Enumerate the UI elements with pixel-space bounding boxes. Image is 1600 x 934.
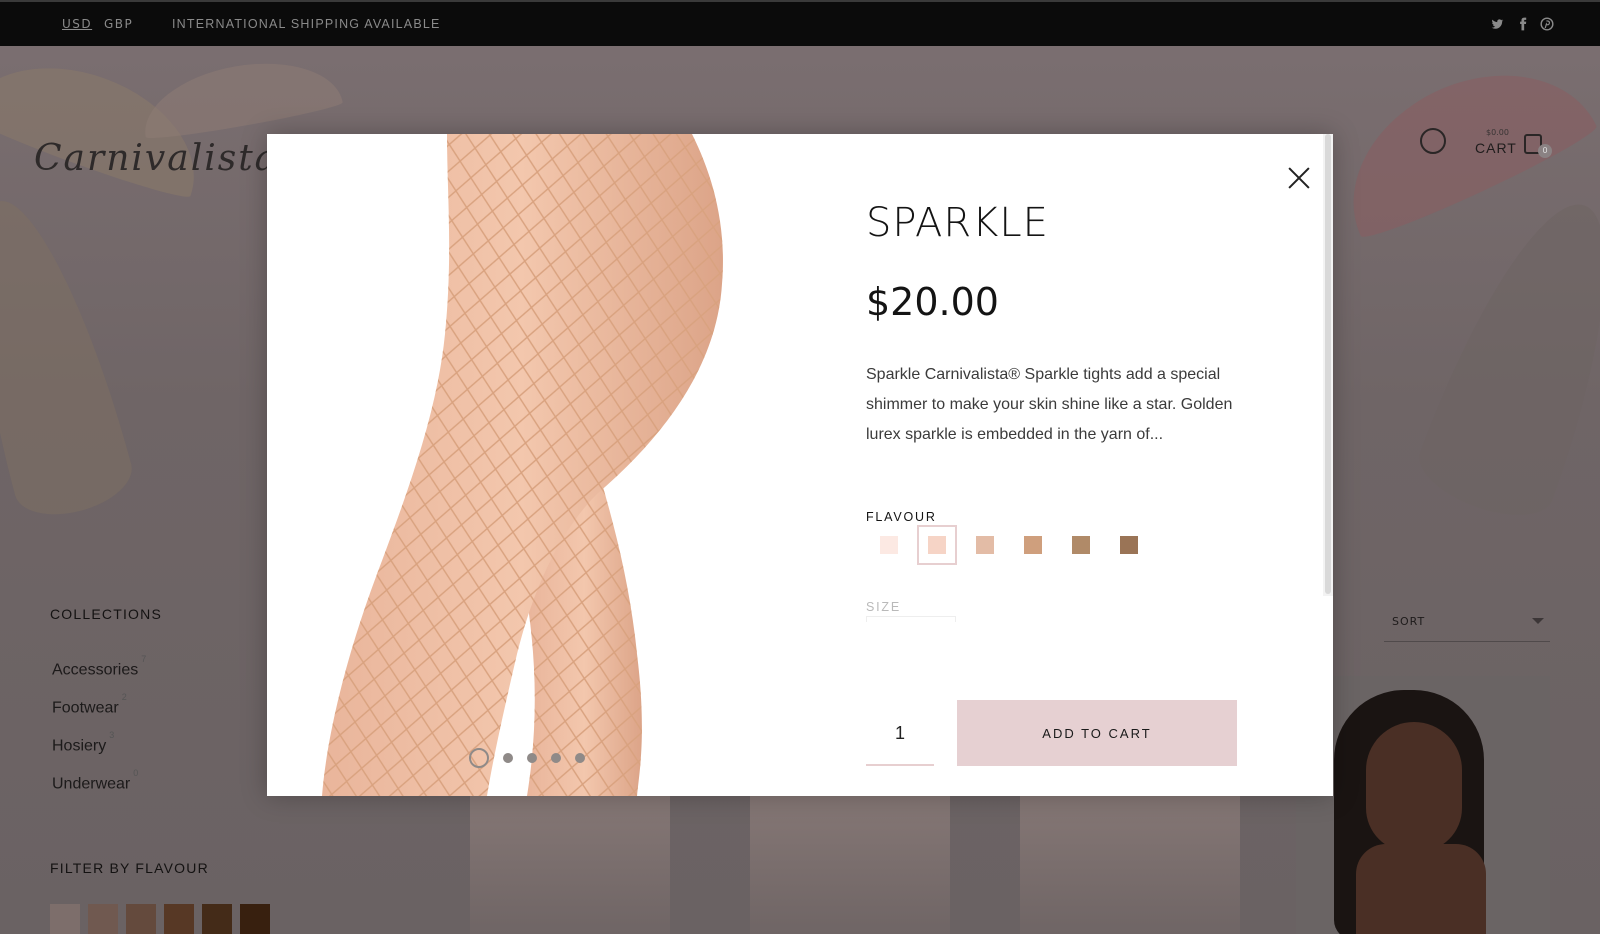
product-card[interactable] (470, 796, 670, 934)
product-card[interactable] (750, 796, 950, 934)
product-card-portrait[interactable] (1296, 676, 1550, 934)
feather-decoration (1409, 181, 1600, 531)
filter-flavour-swatch[interactable] (202, 904, 232, 934)
product-card[interactable] (1020, 796, 1240, 934)
product-title: SPARKLE (866, 200, 1049, 246)
flavour-swatch[interactable] (1109, 525, 1149, 565)
collection-link-footwear[interactable]: Footwear2 (52, 692, 127, 717)
collection-link-accessories[interactable]: Accessories7 (52, 654, 146, 679)
gallery-dot[interactable] (527, 753, 537, 763)
filter-flavour-swatch[interactable] (88, 904, 118, 934)
filter-flavour-swatch[interactable] (50, 904, 80, 934)
flavour-swatch[interactable] (1013, 525, 1053, 565)
collection-link-hosiery[interactable]: Hosiery3 (52, 730, 114, 755)
gallery-dot[interactable] (503, 753, 513, 763)
flavour-swatch[interactable] (965, 525, 1005, 565)
site-logo[interactable]: Carnivalista (34, 138, 278, 179)
add-to-cart-button[interactable]: ADD TO CART (957, 700, 1237, 766)
gallery-dot[interactable] (469, 748, 489, 768)
gallery-dot[interactable] (551, 753, 561, 763)
product-price: $20.00 (866, 280, 999, 324)
flavour-swatch[interactable] (869, 525, 909, 565)
cart-label[interactable]: CART (1475, 140, 1517, 156)
quick-view-modal: SPARKLE $20.00 Sparkle Carnivalista® Spa… (267, 134, 1333, 796)
pinterest-icon[interactable] (1540, 17, 1554, 31)
modal-scrollbar-thumb[interactable] (1325, 134, 1331, 594)
collection-link-underwear[interactable]: Underwear0 (52, 768, 138, 793)
currency-usd[interactable]: USD (62, 17, 92, 31)
sort-dropdown[interactable]: SORT (1384, 612, 1550, 642)
facebook-icon[interactable] (1516, 17, 1530, 31)
filter-flavour-swatch[interactable] (164, 904, 194, 934)
filter-flavour-swatch[interactable] (240, 904, 270, 934)
close-icon[interactable] (1287, 166, 1311, 190)
cart-amount: $0.00 (1486, 128, 1509, 137)
feather-decoration (136, 49, 344, 143)
size-label: SIZE (866, 600, 901, 614)
product-gallery[interactable] (267, 134, 827, 796)
filter-flavour-heading: FILTER BY FLAVOUR (50, 860, 209, 876)
search-icon[interactable] (1420, 128, 1446, 154)
collections-heading: COLLECTIONS (50, 606, 162, 622)
top-bar: USD GBP INTERNATIONAL SHIPPING AVAILABLE (0, 0, 1600, 46)
gallery-pagination (469, 748, 585, 768)
chevron-down-icon (1532, 618, 1544, 624)
size-option[interactable] (866, 616, 956, 622)
currency-gbp[interactable]: GBP (104, 17, 133, 31)
filter-flavour-swatch[interactable] (126, 904, 156, 934)
sort-label: SORT (1392, 615, 1426, 628)
quantity-input[interactable]: 1 (866, 700, 934, 766)
feather-decoration (0, 185, 140, 527)
gallery-dot[interactable] (575, 753, 585, 763)
cart-count-badge: 0 (1538, 144, 1552, 158)
product-description: Sparkle Carnivalista® Sparkle tights add… (866, 366, 1233, 443)
flavour-swatch[interactable] (1061, 525, 1101, 565)
shipping-notice: INTERNATIONAL SHIPPING AVAILABLE (172, 17, 441, 31)
twitter-icon[interactable] (1490, 17, 1504, 31)
product-image (322, 134, 723, 796)
flavour-label: FLAVOUR (866, 510, 937, 524)
flavour-swatch[interactable] (917, 525, 957, 565)
